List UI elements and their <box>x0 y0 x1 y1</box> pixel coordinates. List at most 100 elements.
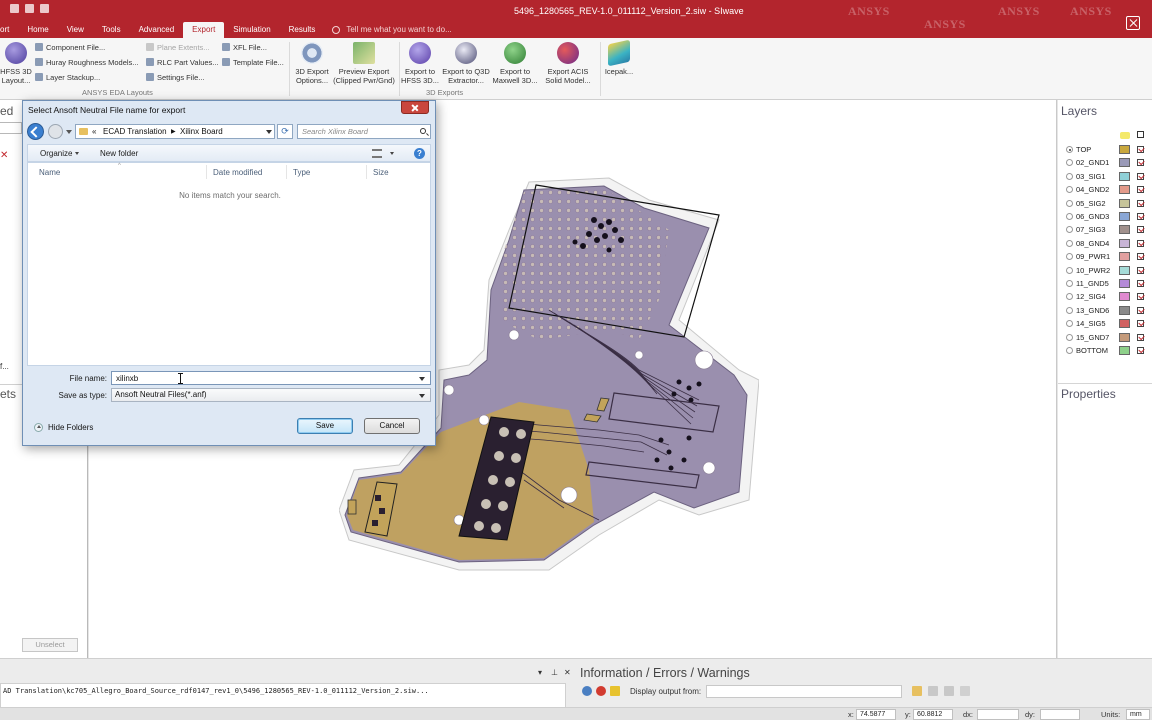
units-value[interactable]: mm <box>1126 709 1150 720</box>
layer-row[interactable]: 14_SIG5 <box>1058 317 1152 330</box>
layer-active-radio[interactable] <box>1066 306 1073 314</box>
layer-row[interactable]: 02_GND1 <box>1058 156 1152 169</box>
breadcrumb-ecad-translation[interactable]: ECAD Translation <box>103 127 167 136</box>
layer-row[interactable]: 09_PWR1 <box>1058 250 1152 263</box>
layer-color-swatch[interactable] <box>1119 171 1130 181</box>
layer-visibility-checkbox[interactable] <box>1137 306 1144 314</box>
layer-row[interactable]: 15_GND7 <box>1058 331 1152 344</box>
layer-visibility-checkbox[interactable] <box>1137 213 1144 220</box>
breadcrumb-xilinx-board[interactable]: Xilinx Board <box>180 127 223 136</box>
help-icon[interactable]: ? <box>414 148 425 159</box>
cancel-button[interactable]: Cancel <box>364 418 420 434</box>
save-as-type-select[interactable]: Ansoft Neutral Files(*.anf) <box>111 388 431 402</box>
xfl-file-button[interactable]: XFL File... <box>222 43 267 52</box>
refresh-icon[interactable]: ⟳ <box>277 124 293 139</box>
layer-color-swatch[interactable] <box>1119 346 1130 355</box>
layer-row[interactable]: 06_GND3 <box>1058 210 1152 223</box>
layer-row[interactable]: 13_GND6 <box>1058 304 1152 317</box>
quick-access-toolbar[interactable] <box>10 4 49 13</box>
layer-active-radio[interactable] <box>1066 239 1073 247</box>
layer-active-radio[interactable] <box>1066 213 1073 220</box>
recent-locations-dropdown[interactable] <box>66 130 72 134</box>
save-icon[interactable] <box>10 4 19 13</box>
layer-color-swatch[interactable] <box>1119 305 1130 315</box>
file-list[interactable]: Name ^ Date modified Type Size No items … <box>27 162 431 366</box>
tab-view[interactable]: View <box>58 22 93 38</box>
layer-color-swatch[interactable] <box>1119 198 1130 208</box>
layer-color-swatch[interactable] <box>1119 212 1130 221</box>
close-pane-icon[interactable]: ✕ <box>564 668 571 677</box>
tab-results[interactable]: Results <box>280 22 325 38</box>
dialog-close-icon[interactable] <box>401 101 429 114</box>
redo-icon[interactable] <box>40 4 49 13</box>
save-button[interactable]: Save <box>297 418 353 434</box>
preview-export-button[interactable]: Preview Export (Clipped Pwr/Gnd) <box>332 42 396 85</box>
unselect-button[interactable]: Unselect <box>22 638 78 652</box>
breadcrumb-prefix[interactable]: « <box>92 127 96 136</box>
layer-color-swatch[interactable] <box>1119 225 1130 235</box>
forward-arrow-icon[interactable] <box>48 124 63 139</box>
column-header-size[interactable]: Size <box>373 168 389 177</box>
layer-visibility-checkbox[interactable] <box>1137 186 1144 194</box>
layer-row[interactable]: 10_PWR2 <box>1058 264 1152 277</box>
lightbulb-icon[interactable] <box>1120 132 1130 139</box>
layer-color-swatch[interactable] <box>1119 265 1130 275</box>
layer-row[interactable]: 11_GND5 <box>1058 277 1152 290</box>
column-header-date-modified[interactable]: Date modified <box>213 168 262 177</box>
tell-me-search[interactable]: Tell me what you want to do... <box>324 22 457 38</box>
layer-active-radio[interactable] <box>1066 172 1073 180</box>
column-header-name[interactable]: Name <box>39 168 60 177</box>
view-options-icon[interactable] <box>372 149 382 158</box>
layer-stackup-button[interactable]: Layer Stackup... <box>35 73 100 82</box>
show-all-checkbox[interactable] <box>1137 131 1144 138</box>
layer-visibility-checkbox[interactable] <box>1137 172 1144 180</box>
display-output-select[interactable] <box>706 685 902 698</box>
layer-visibility-checkbox[interactable] <box>1137 347 1144 354</box>
rlc-part-values-button[interactable]: RLC Part Values... <box>146 58 219 67</box>
layer-visibility-checkbox[interactable] <box>1137 159 1144 167</box>
new-folder-button[interactable]: New folder <box>100 149 138 158</box>
layer-active-radio[interactable] <box>1066 320 1073 328</box>
tab-import[interactable]: ort <box>0 22 18 38</box>
layer-active-radio[interactable] <box>1066 199 1073 207</box>
layer-active-radio[interactable] <box>1066 293 1073 301</box>
pin-icon[interactable]: ⊥ <box>551 668 558 677</box>
window-close-icon[interactable] <box>1126 16 1140 30</box>
layer-active-radio[interactable] <box>1066 253 1073 261</box>
layer-row[interactable]: 07_SIG3 <box>1058 223 1152 236</box>
layer-row[interactable]: 05_SIG2 <box>1058 197 1152 210</box>
error-icon[interactable] <box>596 686 606 696</box>
layer-row[interactable]: 03_SIG1 <box>1058 170 1152 183</box>
copy-log-icon[interactable] <box>944 686 954 696</box>
settings-file-button[interactable]: Settings File... <box>146 73 205 82</box>
layer-color-swatch[interactable] <box>1119 185 1130 195</box>
layer-active-radio[interactable] <box>1066 280 1073 287</box>
component-file-button[interactable]: Component File... <box>35 43 105 52</box>
hide-folders-button[interactable]: Hide Folders <box>34 423 93 432</box>
layer-color-swatch[interactable] <box>1119 319 1130 329</box>
tab-tools[interactable]: Tools <box>93 22 130 38</box>
save-as-type-dropdown-icon[interactable] <box>419 394 425 398</box>
clear-log-icon[interactable] <box>960 686 970 696</box>
layer-color-swatch[interactable] <box>1119 279 1130 288</box>
layer-color-swatch[interactable] <box>1119 292 1130 302</box>
layer-row[interactable]: 08_GND4 <box>1058 237 1152 250</box>
pin-dropdown-icon[interactable]: ▾ <box>538 668 542 677</box>
layer-visibility-checkbox[interactable] <box>1137 333 1144 341</box>
layer-active-radio[interactable] <box>1066 146 1073 153</box>
export-q3d-button[interactable]: Export to Q3D Extractor... <box>440 42 492 85</box>
open-folder-icon[interactable] <box>912 686 922 696</box>
layer-row[interactable]: TOP <box>1058 143 1152 156</box>
layer-visibility-checkbox[interactable] <box>1137 253 1144 261</box>
layer-active-radio[interactable] <box>1066 347 1073 354</box>
icepak-button[interactable]: Icepak... <box>603 39 635 76</box>
layer-color-swatch[interactable] <box>1119 252 1130 262</box>
file-name-dropdown-icon[interactable] <box>419 377 425 381</box>
chevron-down-icon[interactable] <box>390 152 394 155</box>
organize-button[interactable]: Organize <box>40 149 80 158</box>
tab-export[interactable]: Export <box>183 22 225 38</box>
search-input[interactable]: Search Xilinx Board <box>297 124 431 139</box>
layer-visibility-checkbox[interactable] <box>1137 226 1144 234</box>
layer-active-radio[interactable] <box>1066 159 1073 167</box>
layer-active-radio[interactable] <box>1066 226 1073 234</box>
